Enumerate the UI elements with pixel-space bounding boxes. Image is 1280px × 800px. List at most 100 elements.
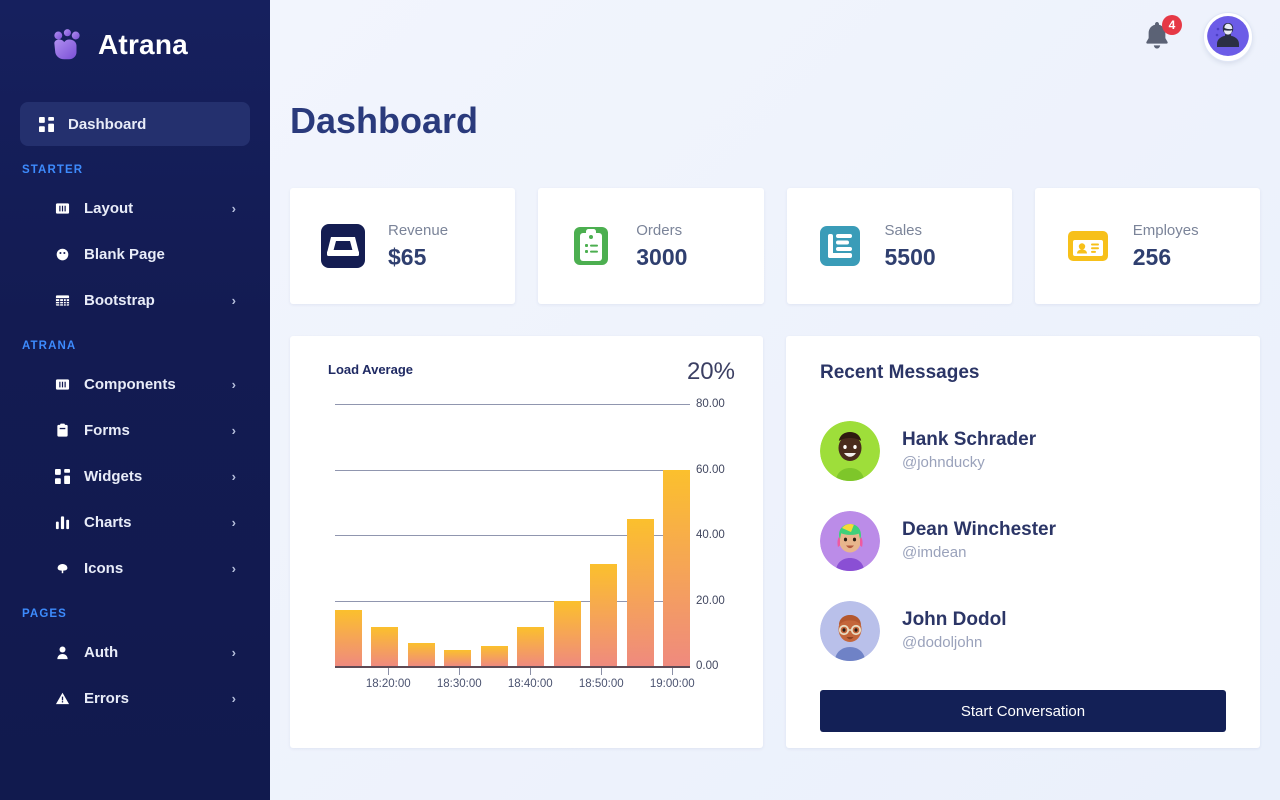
columns-icon [50, 377, 74, 392]
message-text: John Dodol @dodoljohn [902, 608, 1006, 654]
sidebar-item-layout[interactable]: Layout › [20, 186, 250, 230]
avatar [820, 601, 880, 661]
stat-label: Orders [636, 221, 683, 239]
main-area: 4 Dashboard Revenue $65 Orders 3000 Sale… [270, 0, 1280, 800]
stat-card-sales[interactable]: Sales 5500 [786, 188, 1012, 304]
chart-y-tick-label: 60.00 [696, 463, 725, 476]
message-sender-name: Dean Winchester [902, 518, 1056, 540]
sidebar-item-label: Icons [84, 559, 124, 577]
stat-card-employes[interactable]: Employes 256 [1034, 188, 1260, 304]
chart-x-tick [530, 668, 532, 675]
avatar [820, 421, 880, 481]
sidebar-item-label: Charts [84, 513, 132, 531]
stat-card-revenue[interactable]: Revenue $65 [290, 188, 516, 304]
user-icon [50, 645, 74, 660]
sidebar-item-dashboard[interactable]: Dashboard [20, 102, 250, 146]
sidebar-item-errors[interactable]: Errors › [20, 676, 250, 720]
chart-bar[interactable] [407, 643, 435, 666]
inbox-tray-icon [320, 223, 366, 269]
chart-bar[interactable] [335, 610, 362, 666]
chart-bar[interactable] [517, 626, 545, 666]
sidebar-item-auth[interactable]: Auth › [20, 630, 250, 674]
page-content: Dashboard Revenue $65 Orders 3000 Sales … [270, 74, 1280, 748]
sidebar-item-icons[interactable]: Icons › [20, 546, 250, 590]
sidebar-item-forms[interactable]: Forms › [20, 408, 250, 452]
brand[interactable]: Atrana [0, 0, 270, 74]
table-grid-icon [50, 293, 74, 308]
chart-bar[interactable] [553, 600, 581, 666]
stat-text: Sales 5500 [885, 222, 936, 271]
chart-y-tick-label: 0.00 [696, 660, 719, 672]
warning-triangle-icon [50, 691, 74, 706]
panel-row: Load Average 20% 18:20:00 18:30:00 18:40:0… [290, 336, 1260, 748]
sidebar-group-pages: PAGES [22, 608, 67, 620]
chart-bar[interactable] [371, 626, 399, 666]
page-title: Dashboard [290, 100, 479, 141]
id-card-icon [1065, 223, 1111, 269]
clipboard-icon [50, 423, 74, 438]
chart-x-tick [459, 668, 461, 675]
notifications-button[interactable]: 4 [1142, 15, 1182, 54]
chart-bar[interactable] [626, 518, 654, 666]
sidebar-item-bootstrap[interactable]: Bootstrap › [20, 278, 250, 322]
message-text: Dean Winchester @imdean [902, 518, 1056, 564]
chart-bar[interactable] [444, 649, 472, 666]
chart-x-ticks [335, 668, 690, 676]
chart-area: 18:20:00 18:30:00 18:40:00 18:50:00 19:00:00… [290, 396, 763, 726]
chart-y-tick-label: 40.00 [696, 529, 725, 541]
bar-chart-icon [817, 223, 863, 269]
message-sender-name: Hank Schrader [902, 428, 1037, 450]
stat-value: $65 [388, 243, 427, 270]
sidebar-group-atrana: ATRANA [22, 340, 77, 352]
stat-label: Employes [1132, 221, 1199, 239]
stat-label: Revenue [388, 221, 449, 239]
chart-y-tick-labels: 0.00 20.00 40.00 60.00 80.00 [696, 396, 756, 696]
chart-bar[interactable] [480, 646, 508, 666]
bar-chart-icon [50, 515, 74, 530]
sidebar-group-starter: STARTER [22, 164, 84, 176]
chart-x-tick [388, 668, 390, 675]
clipboard-list-icon [568, 223, 614, 269]
message-sender-handle: @dodoljohn [902, 634, 983, 652]
user-avatar-button[interactable] [1204, 13, 1252, 61]
chevron-right-icon: › [231, 422, 236, 438]
shape-icon [50, 561, 74, 576]
message-sender-name: John Dodol [902, 608, 1007, 630]
load-average-chart-panel: Load Average 20% 18:20:00 18:30:00 18:40:0… [290, 336, 763, 748]
avatar [820, 511, 880, 571]
sidebar-item-label: Dashboard [68, 115, 147, 133]
chevron-right-icon: › [231, 514, 236, 530]
chevron-right-icon: › [231, 376, 236, 392]
circle-dot-icon [50, 247, 74, 262]
stat-value: 5500 [884, 243, 936, 270]
chevron-right-icon: › [231, 292, 236, 308]
sidebar-item-charts[interactable]: Charts › [20, 500, 250, 544]
list-item[interactable]: John Dodol @dodoljohn [820, 586, 1226, 676]
stat-text: Orders 3000 [636, 222, 687, 271]
stat-card-row: Revenue $65 Orders 3000 Sales 5500 Emplo… [290, 188, 1260, 304]
message-text: Hank Schrader @johnducky [902, 428, 1036, 474]
sidebar-item-blank-page[interactable]: Blank Page [20, 232, 250, 276]
chart-bar[interactable] [662, 469, 690, 666]
chart-x-tick-labels: 18:20:00 18:30:00 18:40:00 18:50:00 19:00:00 [335, 678, 695, 698]
stat-card-orders[interactable]: Orders 3000 [538, 188, 764, 304]
chart-x-tick-label: 18:20:00 [365, 678, 411, 690]
chart-x-tick-label: 19:00:00 [649, 678, 695, 690]
sidebar-item-label: Blank Page [84, 245, 165, 263]
chevron-right-icon: › [231, 200, 236, 216]
chart-bar[interactable] [590, 564, 618, 666]
sidebar-item-label: Auth [84, 643, 119, 661]
list-item[interactable]: Dean Winchester @imdean [820, 496, 1226, 586]
sidebar-item-widgets[interactable]: Widgets › [20, 454, 250, 498]
stat-text: Employes 256 [1133, 222, 1199, 271]
sidebar-item-components[interactable]: Components › [20, 362, 250, 406]
notification-badge: 4 [1162, 15, 1182, 35]
start-conversation-button[interactable]: Start Conversation [820, 690, 1226, 732]
grid-icon [50, 468, 74, 484]
list-item[interactable]: Hank Schrader @johnducky [820, 406, 1226, 496]
recent-messages-panel: Recent Messages Hank Schrader @johnducky… [786, 336, 1260, 748]
chevron-right-icon: › [231, 468, 236, 484]
chart-percent-value: 20% [686, 358, 735, 385]
stat-value: 3000 [636, 243, 688, 270]
sidebar-item-label: Bootstrap [84, 291, 155, 309]
